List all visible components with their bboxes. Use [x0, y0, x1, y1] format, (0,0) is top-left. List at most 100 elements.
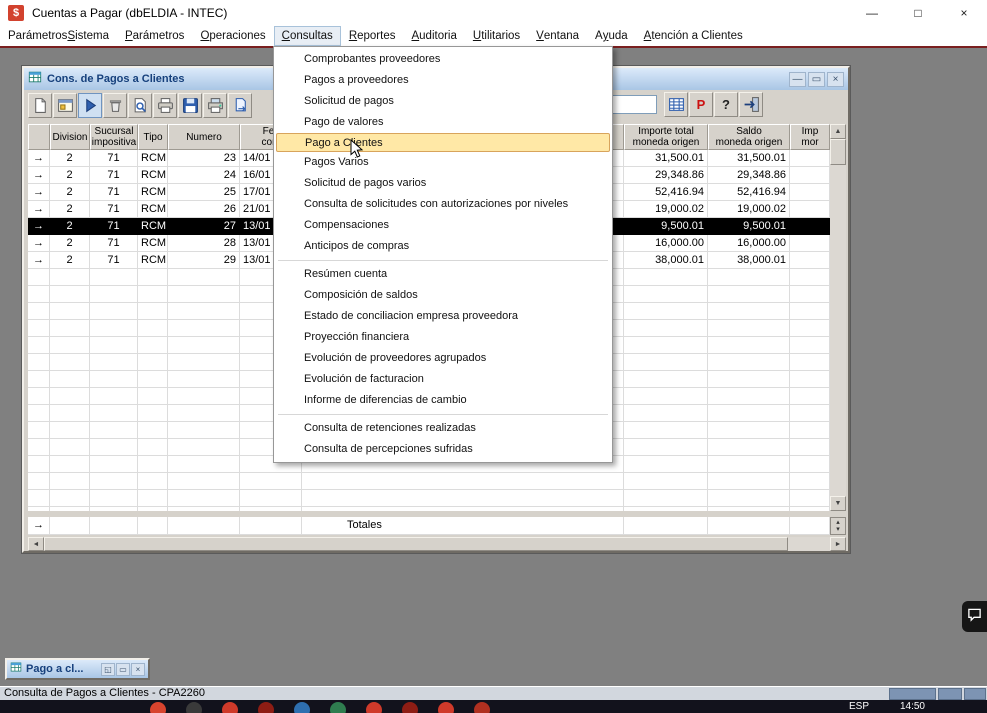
taskbar-icon[interactable] — [294, 702, 310, 713]
taskbar-icon[interactable] — [474, 702, 490, 713]
menubar-item-operaciones[interactable]: Operaciones — [192, 26, 273, 46]
grid-cell — [168, 337, 240, 354]
menu-item-evoluci-n-de-facturacion[interactable]: Evolución de facturacion — [274, 369, 612, 390]
grid-cell — [90, 371, 138, 388]
menubar-item-ayuda[interactable]: Ayuda — [587, 26, 636, 46]
close-button[interactable]: × — [941, 0, 987, 26]
column-header-division[interactable]: Division — [50, 124, 90, 150]
rho-button[interactable]: P — [689, 92, 713, 117]
column-header-importe-total-moneda-origen[interactable]: Importe total moneda origen — [624, 124, 708, 150]
new-document-button[interactable] — [28, 93, 52, 118]
child-maximize-button[interactable]: ▭ — [808, 72, 825, 87]
grid-cell: RCM — [138, 150, 168, 167]
grid-cell — [240, 517, 302, 535]
run-button[interactable] — [78, 93, 102, 118]
menu-item-consulta-de-retenciones-realizadas[interactable]: Consulta de retenciones realizadas — [274, 418, 612, 439]
menu-item-pagos-varios[interactable]: Pagos Varios — [274, 152, 612, 173]
scroll-down-icon[interactable]: ▼ — [830, 496, 846, 511]
taskbar-language[interactable]: ESP — [849, 701, 869, 712]
grid-cell — [50, 303, 90, 320]
menu-item-comprobantes-proveedores[interactable]: Comprobantes proveedores — [274, 49, 612, 70]
menu-item-informe-de-diferencias-de-cambio[interactable]: Informe de diferencias de cambio — [274, 390, 612, 411]
grid-horizontal-scrollbar[interactable]: ◄ ► — [28, 537, 846, 551]
menu-item-pagos-a-proveedores[interactable]: Pagos a proveedores — [274, 70, 612, 91]
column-header-numero[interactable]: Numero — [168, 124, 240, 150]
menu-item-pago-a-clientes[interactable]: Pago a Clientes — [276, 133, 610, 152]
grid-cell — [50, 371, 90, 388]
preview-button[interactable] — [128, 93, 152, 118]
column-header-tipo[interactable]: Tipo — [138, 124, 168, 150]
table-view-button[interactable] — [664, 92, 688, 117]
delete-button[interactable] — [103, 93, 127, 118]
minimized-window-pago[interactable]: Pago a cl... ◱ ▭ × — [5, 658, 150, 680]
maximize-button[interactable]: ▭ — [116, 663, 130, 676]
menubar-item-utilitarios[interactable]: Utilitarios — [465, 26, 528, 46]
scroll-up-icon[interactable]: ▲ — [830, 124, 846, 139]
taskbar-clock[interactable]: 14:50 — [900, 701, 925, 712]
minimize-button[interactable]: — — [849, 0, 895, 26]
grid-cell — [790, 235, 830, 252]
menu-item-res-men-cuenta[interactable]: Resúmen cuenta — [274, 264, 612, 285]
taskbar-icon[interactable] — [222, 702, 238, 713]
child-minimize-button[interactable]: — — [789, 72, 806, 87]
vertical-scrollbar-track[interactable] — [830, 165, 846, 496]
column-header-sucursal-impositiva[interactable]: Sucursal impositiva — [90, 124, 138, 150]
menu-item-solicitud-de-pagos[interactable]: Solicitud de pagos — [274, 91, 612, 112]
menu-item-evoluci-n-de-proveedores-agrupados[interactable]: Evolución de proveedores agrupados — [274, 348, 612, 369]
menubar-item-ventana[interactable]: Ventana — [528, 26, 587, 46]
taskbar-icon[interactable] — [402, 702, 418, 713]
menu-item-proyecci-n-financiera[interactable]: Proyección financiera — [274, 327, 612, 348]
spin-up-icon[interactable]: ▴ — [836, 519, 840, 526]
totals-spinner[interactable]: ▴ ▾ — [830, 517, 846, 535]
menu-item-estado-de-conciliacion-empresa-proveedora[interactable]: Estado de conciliacion empresa proveedor… — [274, 306, 612, 327]
column-header-imp-mor[interactable]: Imp mor — [790, 124, 830, 150]
consultas-dropdown-menu: Comprobantes proveedoresPagos a proveedo… — [273, 46, 613, 463]
column-header-blank[interactable] — [28, 124, 50, 150]
scroll-right-icon[interactable]: ► — [830, 537, 846, 551]
table-window-icon — [28, 70, 42, 89]
grid-vertical-scrollbar[interactable]: ▲ ▼ — [830, 124, 846, 511]
export-button[interactable] — [228, 93, 252, 118]
menu-item-anticipos-de-compras[interactable]: Anticipos de compras — [274, 236, 612, 257]
taskbar-icon[interactable] — [330, 702, 346, 713]
menu-item-consulta-de-solicitudes-con-autorizaciones-por-niveles[interactable]: Consulta de solicitudes con autorizacion… — [274, 194, 612, 215]
taskbar-icon[interactable] — [438, 702, 454, 713]
menubar-item-par-metros-sistema[interactable]: Parámetros Sistema — [0, 26, 117, 46]
print-setup-button[interactable] — [203, 93, 227, 118]
exit-button[interactable] — [739, 92, 763, 117]
taskbar-icon[interactable] — [258, 702, 274, 713]
menu-item-pago-de-valores[interactable]: Pago de valores — [274, 112, 612, 133]
menu-item-solicitud-de-pagos-varios[interactable]: Solicitud de pagos varios — [274, 173, 612, 194]
row-pointer-cell — [28, 303, 50, 320]
print-button[interactable] — [153, 93, 177, 118]
close-button[interactable]: × — [131, 663, 145, 676]
help-button[interactable]: ? — [714, 92, 738, 117]
menubar-item-consultas[interactable]: Consultas — [274, 26, 341, 46]
restore-button[interactable]: ◱ — [101, 663, 115, 676]
menubar-item-par-metros[interactable]: Parámetros — [117, 26, 192, 46]
vertical-scrollbar-thumb[interactable] — [830, 139, 846, 165]
grid-cell — [50, 286, 90, 303]
menu-item-composici-n-de-saldos[interactable]: Composición de saldos — [274, 285, 612, 306]
taskbar-icon[interactable] — [150, 702, 166, 713]
menu-item-consulta-de-percepciones-sufridas[interactable]: Consulta de percepciones sufridas — [274, 439, 612, 460]
menu-item-compensaciones[interactable]: Compensaciones — [274, 215, 612, 236]
child-close-button[interactable]: × — [827, 72, 844, 87]
grid-cell — [790, 371, 830, 388]
chat-widget[interactable] — [962, 601, 987, 632]
horizontal-scrollbar-track[interactable] — [788, 537, 830, 551]
open-form-button[interactable] — [53, 93, 77, 118]
column-header-saldo-moneda-origen[interactable]: Saldo moneda origen — [708, 124, 790, 150]
menubar-item-auditoria[interactable]: Auditoria — [403, 26, 464, 46]
spin-down-icon[interactable]: ▾ — [836, 526, 840, 533]
maximize-button[interactable]: □ — [895, 0, 941, 26]
save-button[interactable] — [178, 93, 202, 118]
menubar-item-reportes[interactable]: Reportes — [341, 26, 404, 46]
grid-cell — [708, 337, 790, 354]
menubar-item-atenci-n-a-clientes[interactable]: Atención a Clientes — [636, 26, 751, 46]
horizontal-scrollbar-thumb[interactable] — [44, 537, 788, 551]
grid-cell — [624, 439, 708, 456]
taskbar-icon[interactable] — [366, 702, 382, 713]
scroll-left-icon[interactable]: ◄ — [28, 537, 44, 551]
taskbar-icon[interactable] — [186, 702, 202, 713]
